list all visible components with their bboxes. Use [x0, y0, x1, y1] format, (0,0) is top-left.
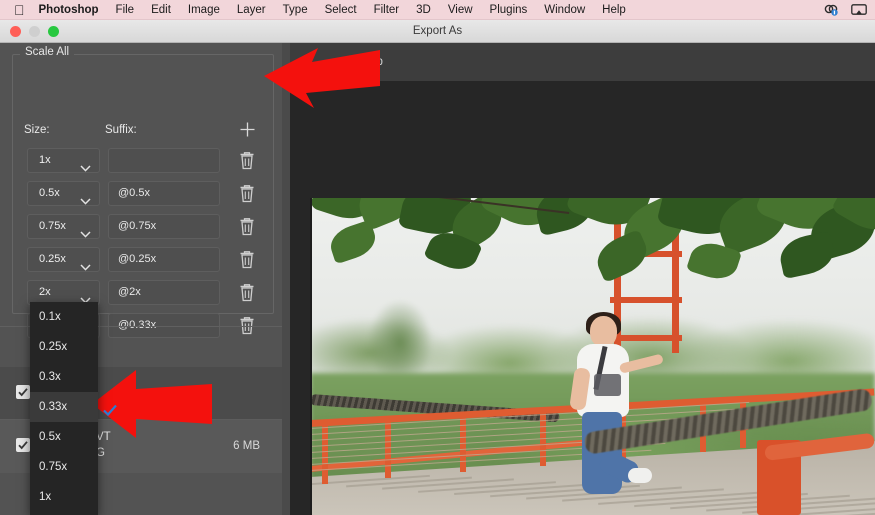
size-row: 0.5x @0.5x: [0, 181, 290, 214]
suffix-value: @0.25x: [118, 253, 157, 265]
size-select[interactable]: 0.5x: [27, 181, 100, 206]
delete-size-button[interactable]: [238, 283, 256, 302]
size-row: 0.75x @0.75x: [0, 214, 290, 247]
menu-item-type[interactable]: Type: [283, 4, 308, 16]
size-row: 0.25x @0.25x: [0, 247, 290, 280]
plus-icon: [240, 122, 255, 137]
suffix-input[interactable]: @0.75x: [108, 214, 220, 239]
chevron-down-icon: [80, 191, 91, 214]
preview-image: [310, 198, 875, 515]
dropdown-option[interactable]: 0.5x: [30, 422, 98, 452]
checkmark-icon: [18, 388, 28, 397]
checkmark-icon: [18, 441, 28, 450]
menu-item-filter[interactable]: Filter: [374, 4, 400, 16]
delete-size-button[interactable]: [238, 184, 256, 203]
macos-menu-bar:  Photoshop File Edit Image Layer Type S…: [0, 0, 875, 20]
dropdown-option-label: 0.33x: [39, 401, 68, 413]
trash-icon: [240, 152, 254, 170]
window-title-bar: Export As: [0, 20, 875, 43]
chevron-down-icon: [80, 158, 91, 181]
suffix-input[interactable]: @2x: [108, 280, 220, 305]
size-select[interactable]: 0.25x: [27, 247, 100, 272]
menu-item-file[interactable]: File: [116, 4, 135, 16]
row-checkbox[interactable]: [16, 438, 30, 452]
dropdown-option-label: 1x: [39, 491, 52, 503]
menu-item-select[interactable]: Select: [325, 4, 357, 16]
list-item-size: 6 MB: [233, 440, 260, 452]
delete-size-button[interactable]: [238, 250, 256, 269]
checkmark-icon: [102, 399, 118, 429]
delete-size-button[interactable]: [238, 217, 256, 236]
dropdown-option-label: 0.5x: [39, 431, 61, 443]
dropdown-option[interactable]: 1x: [30, 482, 98, 512]
window-title: Export As: [412, 25, 463, 37]
menu-item-3d[interactable]: 3D: [416, 4, 431, 16]
delete-size-button[interactable]: [238, 151, 256, 170]
person-in-photo: [568, 312, 664, 515]
add-size-button[interactable]: [239, 121, 256, 138]
row-checkbox[interactable]: [16, 385, 30, 399]
menu-item-edit[interactable]: Edit: [151, 4, 171, 16]
size-select-value: 2x: [39, 286, 51, 298]
dropdown-option-label: 0.1x: [39, 311, 61, 323]
dropbox-icon[interactable]: [823, 4, 840, 17]
menu-item-window[interactable]: Window: [544, 4, 585, 16]
menu-item-image[interactable]: Image: [188, 4, 220, 16]
trash-icon: [240, 284, 254, 302]
size-select-value: 0.25x: [39, 253, 66, 265]
trash-icon: [240, 251, 254, 269]
suffix-value: @2x: [118, 286, 141, 298]
dropdown-option-label: 0.3x: [39, 371, 61, 383]
suffix-value: @0.33x: [118, 319, 157, 331]
chevron-down-icon: [80, 257, 91, 280]
dropdown-option-label: 0.25x: [39, 341, 68, 353]
scale-size-dropdown-menu[interactable]: 0.1x 0.25x 0.3x 0.33x 0.5x 0.75x 1x: [30, 302, 117, 515]
panel-scrollbar[interactable]: [282, 43, 290, 515]
menu-item-help[interactable]: Help: [602, 4, 626, 16]
suffix-column-header: Suffix:: [105, 124, 137, 136]
leaf: [326, 219, 380, 265]
size-select-value: 1x: [39, 154, 51, 166]
menu-item-view[interactable]: View: [448, 4, 473, 16]
suffix-input[interactable]: @0.5x: [108, 181, 220, 206]
trash-icon: [240, 185, 254, 203]
dropdown-option[interactable]: 0.25x: [30, 332, 98, 362]
trash-icon: [240, 218, 254, 236]
dropdown-option-label: 0.75x: [39, 461, 68, 473]
apple-icon[interactable]: : [14, 3, 25, 17]
menu-item-photoshop[interactable]: Photoshop: [39, 4, 99, 16]
suffix-input[interactable]: [108, 148, 220, 173]
menu-item-layer[interactable]: Layer: [237, 4, 266, 16]
size-row: 1x: [0, 148, 290, 181]
size-select[interactable]: 0.75x: [27, 214, 100, 239]
chevron-down-icon: [80, 224, 91, 247]
preview-area: 2-Up: [290, 43, 875, 515]
dropdown-option[interactable]: 0.75x: [30, 452, 98, 482]
dropdown-option[interactable]: 0.1x: [30, 302, 98, 332]
dropdown-option[interactable]: 0.33x: [30, 392, 117, 422]
size-select-value: 0.5x: [39, 187, 60, 199]
size-select-value: 0.75x: [39, 220, 66, 232]
export-as-dialog: Scale All Size: Suffix: 1x 0.5x @0.5x 0.75x…: [0, 43, 875, 515]
size-column-header: Size:: [24, 124, 50, 136]
airplay-icon[interactable]: [851, 3, 867, 17]
annotation-arrow-top: [262, 46, 380, 108]
dropdown-option[interactable]: 0.3x: [30, 362, 98, 392]
foliage-canopy-right: [565, 198, 875, 310]
scale-all-label: Scale All: [20, 46, 75, 58]
suffix-value: @0.75x: [118, 220, 157, 232]
size-select[interactable]: 1x: [27, 148, 100, 173]
menu-item-plugins[interactable]: Plugins: [490, 4, 528, 16]
suffix-value: @0.5x: [118, 187, 150, 199]
suffix-input[interactable]: @0.25x: [108, 247, 220, 272]
